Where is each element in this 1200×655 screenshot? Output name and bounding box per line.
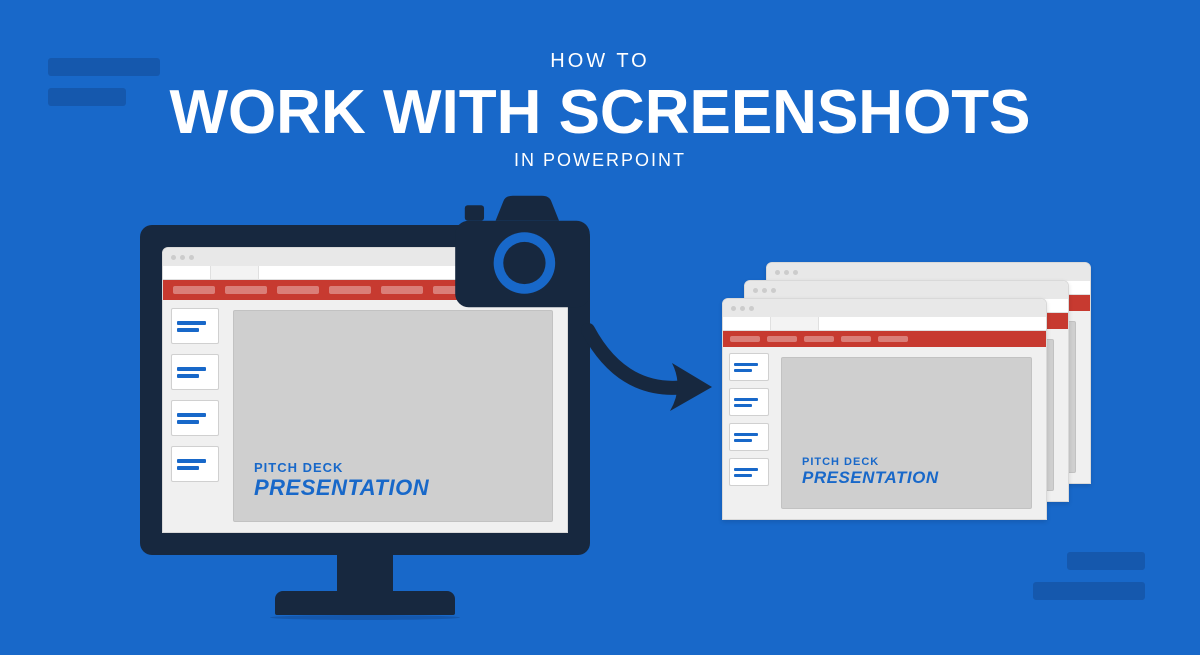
thumbnail xyxy=(171,400,219,436)
slide-title: PRESENTATION xyxy=(802,468,1011,488)
heading-title: WORK WITH SCREENSHOTS xyxy=(0,77,1200,148)
monitor-stand-neck xyxy=(337,555,393,591)
heading-pre: HOW TO xyxy=(0,50,1200,73)
heading-post: IN POWERPOINT xyxy=(0,150,1200,171)
decor-bottom-right xyxy=(1033,540,1145,600)
slide-thumbnails xyxy=(163,300,227,532)
window-stack: PITCH DECK PRESENTATION xyxy=(722,262,1092,522)
arrow-right-icon xyxy=(578,315,718,425)
slide-subtitle: PITCH DECK xyxy=(254,460,532,475)
slide-title: PRESENTATION xyxy=(254,475,532,501)
monitor-stand-base xyxy=(275,591,455,615)
thumbnail xyxy=(171,308,219,344)
thumbnail xyxy=(171,354,219,390)
stacked-window: PITCH DECK PRESENTATION xyxy=(722,298,1047,520)
window-body: PITCH DECK PRESENTATION xyxy=(163,300,567,532)
camera-icon xyxy=(445,188,600,313)
slide-canvas: PITCH DECK PRESENTATION xyxy=(781,357,1032,509)
slide-editor: PITCH DECK PRESENTATION xyxy=(227,300,567,532)
slide-subtitle: PITCH DECK xyxy=(802,456,1011,468)
main-heading: HOW TO WORK WITH SCREENSHOTS IN POWERPOI… xyxy=(0,50,1200,171)
thumbnail xyxy=(171,446,219,482)
slide-canvas: PITCH DECK PRESENTATION xyxy=(233,310,553,522)
